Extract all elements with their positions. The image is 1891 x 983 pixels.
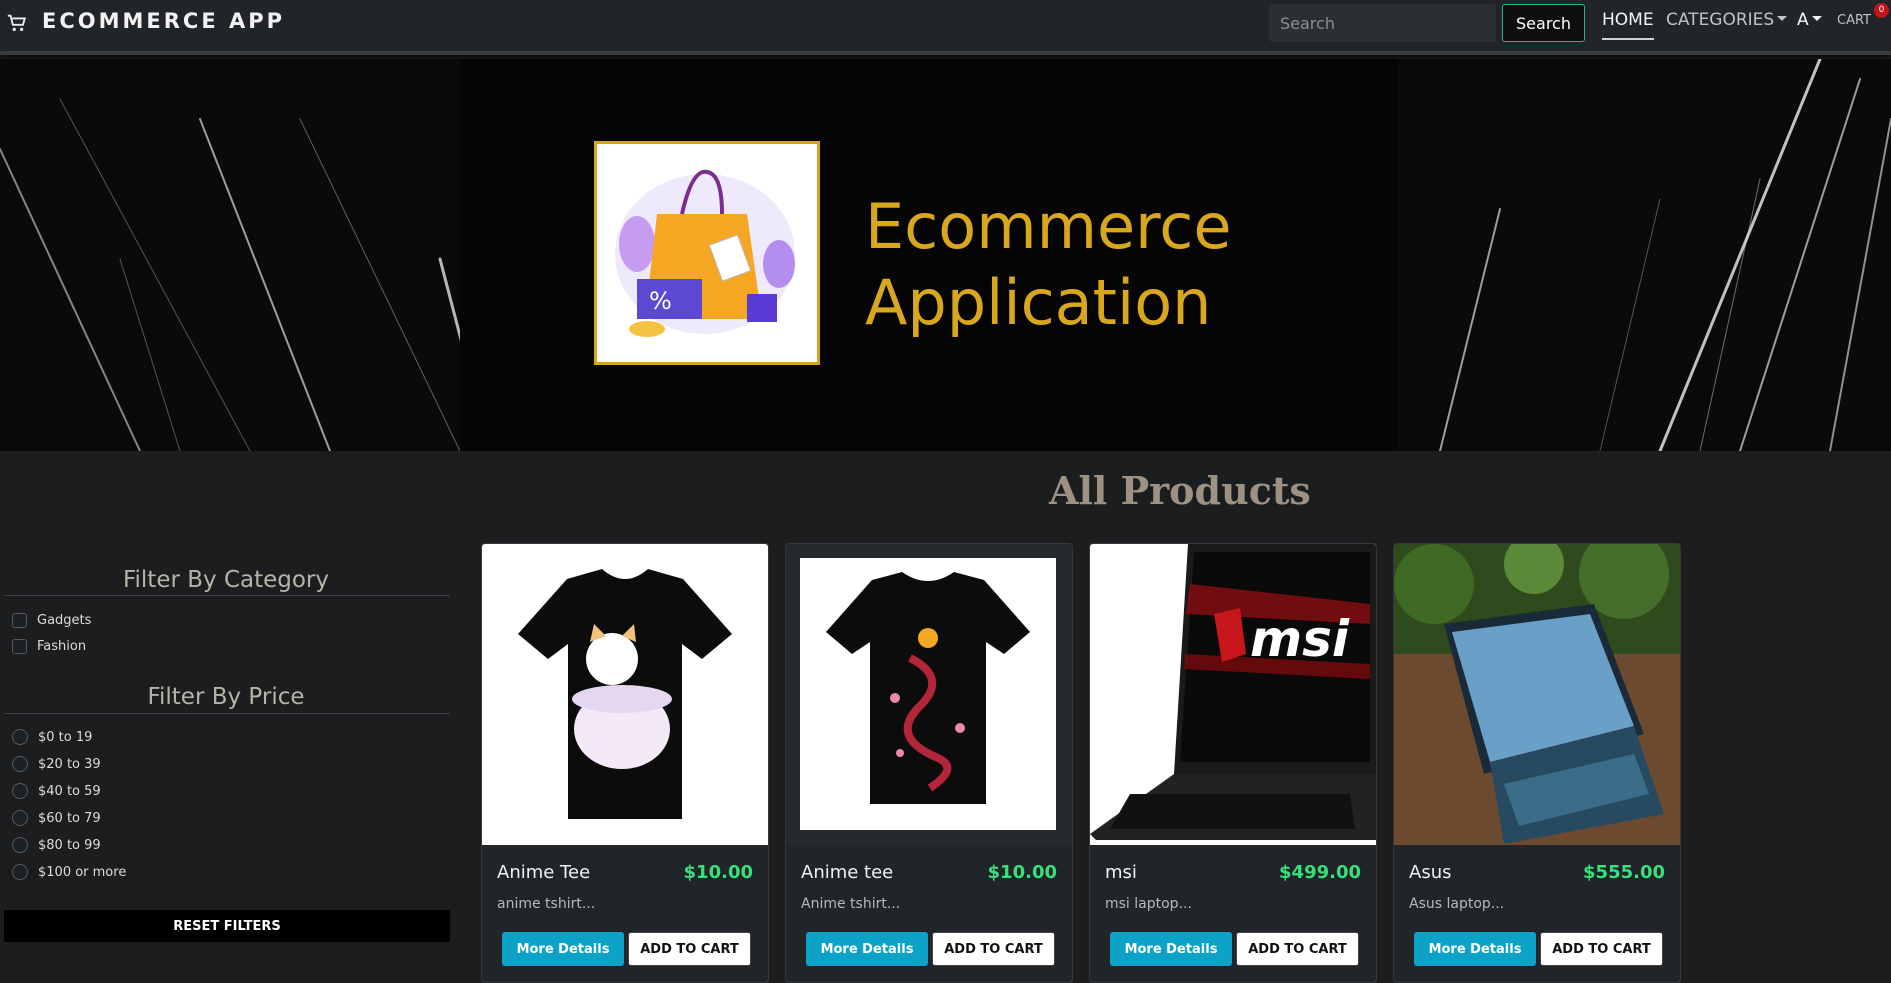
nav-user-label: A xyxy=(1797,10,1809,30)
price-label: $40 to 59 xyxy=(38,783,101,799)
radio-button[interactable] xyxy=(12,729,28,745)
category-label: Fashion xyxy=(37,639,87,654)
nav-user-dropdown[interactable]: A xyxy=(1797,10,1822,30)
checkbox[interactable] xyxy=(12,613,27,628)
add-to-cart-button[interactable]: ADD TO CART xyxy=(1236,932,1359,966)
product-name[interactable]: Anime Tee xyxy=(497,862,590,883)
top-navbar: ECOMMERCE APP Search HOME CATEGORIES A C… xyxy=(0,0,1891,55)
product-image[interactable] xyxy=(482,544,768,845)
caret-down-icon xyxy=(1777,16,1788,21)
more-details-button[interactable]: More Details xyxy=(502,932,624,966)
shopping-bag-logo: % xyxy=(594,141,820,365)
product-description: Asus laptop... xyxy=(1409,896,1505,912)
banner-title-line-1: Ecommerce xyxy=(865,190,1232,263)
price-label: $0 to 19 xyxy=(38,729,93,745)
more-details-button[interactable]: More Details xyxy=(1414,932,1536,966)
product-image[interactable]: msi xyxy=(1090,544,1376,845)
price-radio-60-79[interactable]: $60 to 79 xyxy=(12,810,101,826)
banner-title: Ecommerce Application xyxy=(865,189,1232,341)
nav-categories-label: CATEGORIES xyxy=(1666,10,1775,30)
price-label: $20 to 39 xyxy=(38,756,101,772)
product-image[interactable] xyxy=(786,544,1072,845)
product-card: Asus $555.00 Asus laptop... More Details… xyxy=(1393,543,1681,983)
hero-banner: % Ecommerce Application xyxy=(0,59,1891,451)
product-name[interactable]: msi xyxy=(1105,862,1137,883)
category-checkbox-fashion[interactable]: Fashion xyxy=(12,639,86,654)
product-description: anime tshirt... xyxy=(497,896,596,912)
product-description: msi laptop... xyxy=(1105,896,1192,912)
cart-count-badge: 0 xyxy=(1874,3,1889,18)
product-image[interactable] xyxy=(1394,544,1680,845)
product-image-frame xyxy=(800,558,1056,830)
product-price: $10.00 xyxy=(683,862,753,883)
shopping-cart-icon xyxy=(7,14,27,32)
product-card: Anime Tee $10.00 anime tshirt... More De… xyxy=(481,543,769,983)
filter-category-title: Filter By Category xyxy=(122,567,330,593)
laptop-image xyxy=(1394,544,1680,845)
nav-home-link[interactable]: HOME xyxy=(1602,10,1654,40)
radio-button[interactable] xyxy=(12,810,28,826)
price-label: $60 to 79 xyxy=(38,810,101,826)
price-radio-0-19[interactable]: $0 to 19 xyxy=(12,729,92,745)
brand-title: ECOMMERCE APP xyxy=(42,9,286,33)
product-name[interactable]: Anime tee xyxy=(801,862,893,883)
more-details-button[interactable]: More Details xyxy=(806,932,928,966)
product-price: $10.00 xyxy=(987,862,1057,883)
banner-title-line-2: Application xyxy=(865,266,1212,339)
tshirt-image xyxy=(518,569,732,819)
category-label: Gadgets xyxy=(37,613,92,628)
price-radio-40-59[interactable]: $40 to 59 xyxy=(12,783,101,799)
nav-cart-link[interactable]: CART xyxy=(1837,13,1871,28)
divider xyxy=(4,713,450,714)
page-title: All Products xyxy=(1049,468,1311,513)
divider xyxy=(4,595,450,596)
add-to-cart-button[interactable]: ADD TO CART xyxy=(1540,932,1663,966)
product-price: $555.00 xyxy=(1583,862,1665,883)
add-to-cart-button[interactable]: ADD TO CART xyxy=(628,932,751,966)
brand-link[interactable]: ECOMMERCE APP xyxy=(6,8,285,34)
price-label: $100 or more xyxy=(38,864,127,880)
add-to-cart-button[interactable]: ADD TO CART xyxy=(932,932,1055,966)
product-price: $499.00 xyxy=(1279,862,1361,883)
product-card: Anime tee $10.00 Anime tshirt... More De… xyxy=(785,543,1073,983)
price-label: $80 to 99 xyxy=(38,837,101,853)
category-checkbox-gadgets[interactable]: Gadgets xyxy=(12,613,91,628)
price-radio-20-39[interactable]: $20 to 39 xyxy=(12,756,101,772)
caret-down-icon xyxy=(1811,16,1822,21)
checkbox[interactable] xyxy=(12,639,27,654)
price-radio-100-plus[interactable]: $100 or more xyxy=(12,864,126,880)
search-button[interactable]: Search xyxy=(1502,4,1585,42)
nav-categories-dropdown[interactable]: CATEGORIES xyxy=(1666,10,1788,30)
radio-button[interactable] xyxy=(12,756,28,772)
radio-button[interactable] xyxy=(12,783,28,799)
reset-filters-button[interactable]: RESET FILTERS xyxy=(4,910,450,942)
search-input[interactable] xyxy=(1269,4,1496,42)
price-radio-80-99[interactable]: $80 to 99 xyxy=(12,837,101,853)
radio-button[interactable] xyxy=(12,837,28,853)
product-card: msi msi $499.00 msi laptop... More Detai… xyxy=(1089,543,1377,983)
product-description: Anime tshirt... xyxy=(801,896,901,912)
product-name[interactable]: Asus xyxy=(1409,862,1451,883)
radio-button[interactable] xyxy=(12,864,28,880)
svg-text:%: % xyxy=(649,287,672,315)
msi-logo-text: msi xyxy=(1250,610,1350,668)
shopping-bag-icon: % xyxy=(615,169,795,337)
filter-price-title: Filter By Price xyxy=(147,684,305,710)
more-details-button[interactable]: More Details xyxy=(1110,932,1232,966)
laptop-image: msi xyxy=(1090,544,1376,840)
tshirt-image xyxy=(826,572,1030,804)
